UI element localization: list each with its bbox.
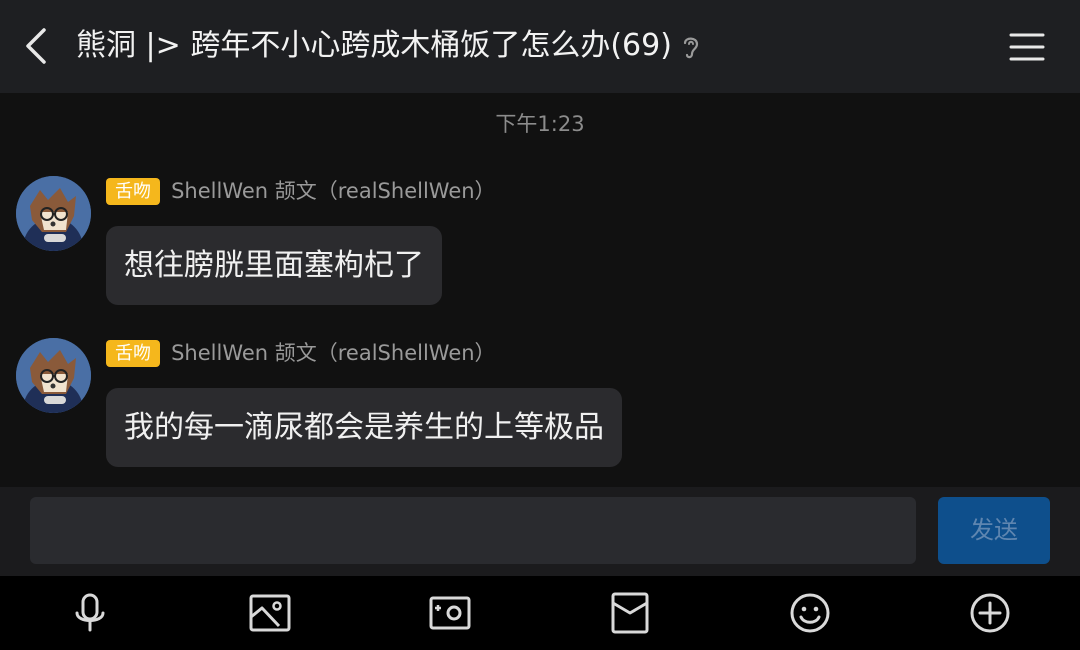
red-packet-icon[interactable] — [608, 591, 652, 635]
back-button[interactable] — [20, 26, 56, 66]
sender-name[interactable]: ShellWen 颉文（realShellWen） — [171, 339, 495, 367]
image-icon[interactable] — [248, 591, 292, 635]
avatar-image — [16, 176, 91, 251]
message-meta: 舌吻 ShellWen 颉文（realShellWen） — [106, 177, 496, 207]
message-bubble[interactable]: 我的每一滴尿都会是养生的上等极品 — [106, 388, 622, 467]
send-button[interactable]: 发送 — [938, 497, 1050, 564]
input-bar: 发送 — [0, 487, 1080, 576]
member-title-badge: 舌吻 — [106, 177, 160, 205]
emoji-icon[interactable] — [788, 591, 832, 635]
message-meta: 舌吻 ShellWen 颉文（realShellWen） — [106, 339, 496, 369]
camera-icon[interactable] — [428, 591, 472, 635]
hamburger-menu-icon — [1009, 33, 1045, 61]
bottom-toolbar — [0, 576, 1080, 650]
avatar-image — [16, 338, 91, 413]
chevron-left-icon — [26, 28, 46, 64]
sender-name[interactable]: ShellWen 颉文（realShellWen） — [171, 177, 495, 205]
ear-icon[interactable] — [678, 33, 704, 61]
avatar[interactable] — [16, 338, 91, 413]
member-title-badge: 舌吻 — [106, 339, 160, 367]
chat-title: 熊洞 |> 跨年不小心跨成木桶饭了怎么办(69) — [76, 28, 672, 63]
chat-header: 熊洞 |> 跨年不小心跨成木桶饭了怎么办(69) — [0, 0, 1080, 93]
message-input[interactable] — [30, 497, 916, 564]
message-timestamp: 下午1:23 — [495, 112, 585, 136]
microphone-icon[interactable] — [68, 591, 112, 635]
message-bubble[interactable]: 想往膀胱里面塞枸杞了 — [106, 226, 442, 305]
avatar[interactable] — [16, 176, 91, 251]
plus-icon[interactable] — [968, 591, 1012, 635]
menu-button[interactable] — [1008, 30, 1046, 64]
